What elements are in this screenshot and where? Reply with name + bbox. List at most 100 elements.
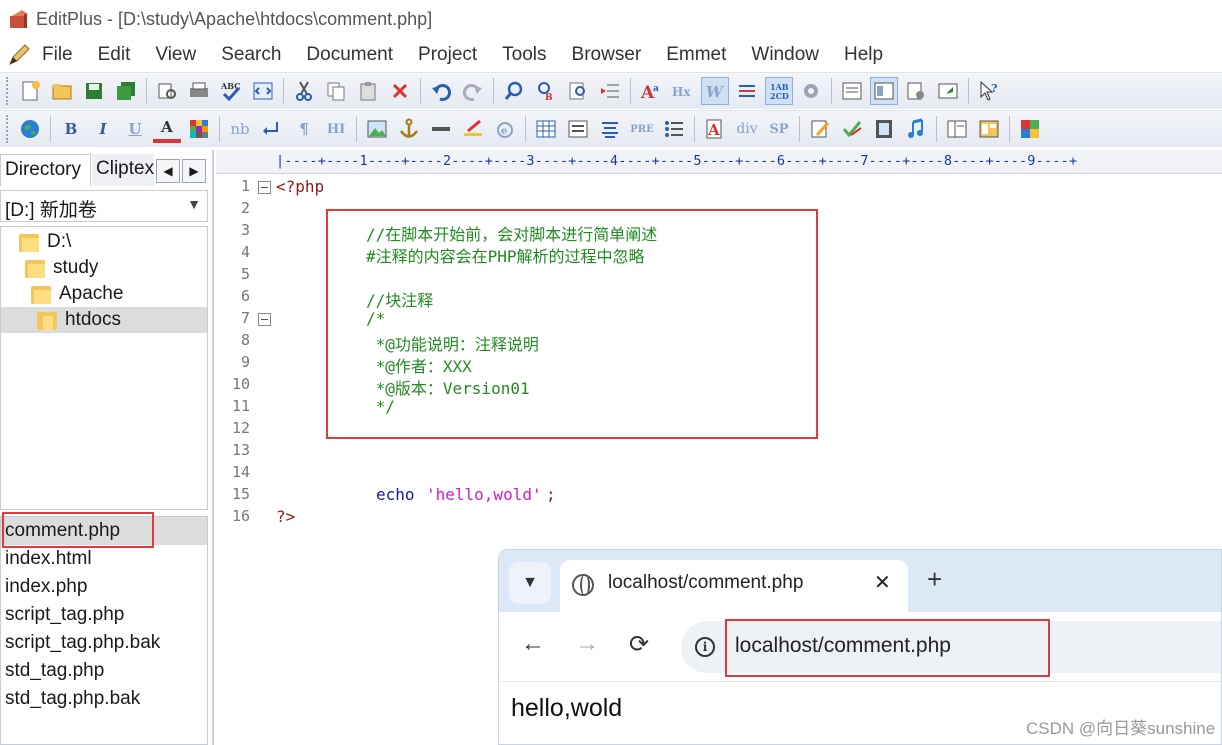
edit-pencil-icon[interactable] — [806, 115, 834, 143]
browser-tab[interactable]: localhost/comment.php ✕ — [560, 560, 908, 612]
menu-emmet[interactable]: Emmet — [666, 44, 726, 66]
file-item-index-html[interactable]: index.html — [5, 545, 92, 573]
font-icon[interactable]: Aa — [637, 77, 665, 105]
browser-preview-icon[interactable] — [249, 77, 277, 105]
help-cursor-icon[interactable]: ? — [975, 77, 1003, 105]
close-tab-icon[interactable]: ✕ — [874, 570, 891, 595]
list-icon[interactable] — [660, 115, 688, 143]
info-icon[interactable]: i — [695, 637, 715, 657]
delete-icon[interactable] — [386, 77, 414, 105]
menu-tools[interactable]: Tools — [502, 44, 546, 66]
gear-icon[interactable] — [797, 77, 825, 105]
menu-project[interactable]: Project — [418, 44, 477, 66]
frame-icon[interactable] — [943, 115, 971, 143]
span-button[interactable]: SP — [765, 115, 793, 143]
reload-icon[interactable]: ⟳ — [629, 630, 649, 659]
hex-view-icon[interactable]: Hx — [669, 77, 697, 105]
save-icon[interactable] — [80, 77, 108, 105]
cut-icon[interactable] — [290, 77, 318, 105]
menu-file[interactable]: File — [42, 44, 73, 66]
file-item-index-php[interactable]: index.php — [5, 573, 87, 601]
tree-item-study[interactable]: study — [25, 255, 98, 281]
align-icon[interactable] — [596, 115, 624, 143]
fold-toggle-icon[interactable] — [258, 313, 271, 326]
fullscreen-icon[interactable] — [934, 77, 962, 105]
save-all-icon[interactable] — [112, 77, 140, 105]
tab-scroll-right-icon[interactable]: ▶ — [182, 159, 206, 183]
italic-button[interactable]: I — [89, 115, 117, 143]
menu-window[interactable]: Window — [751, 44, 819, 66]
audio-icon[interactable] — [902, 115, 930, 143]
back-arrow-icon[interactable]: ← — [521, 630, 545, 658]
tree-item-drive-d[interactable]: D:\ — [19, 229, 71, 255]
tab-search-chevron-down-icon[interactable]: ▼ — [509, 562, 551, 604]
font-color-button[interactable]: A — [153, 115, 181, 143]
cliptext-icon[interactable] — [902, 77, 930, 105]
color-palette-icon[interactable] — [185, 115, 213, 143]
print-icon[interactable] — [185, 77, 213, 105]
menu-help[interactable]: Help — [844, 44, 883, 66]
tree-item-apache[interactable]: Apache — [31, 281, 123, 307]
menu-view[interactable]: View — [155, 44, 196, 66]
fold-toggle-icon[interactable] — [258, 181, 271, 194]
undo-icon[interactable] — [427, 77, 455, 105]
redo-icon[interactable] — [459, 77, 487, 105]
menu-document[interactable]: Document — [306, 44, 393, 66]
special-chars-icon[interactable]: e — [491, 115, 519, 143]
find-in-files-icon[interactable] — [564, 77, 592, 105]
word-wrap-icon[interactable]: W — [701, 77, 729, 105]
line-number-icon[interactable] — [733, 77, 761, 105]
svg-text:B: B — [545, 93, 553, 102]
spell-check-icon[interactable]: ABC — [217, 77, 245, 105]
horizontal-rule-icon[interactable] — [427, 115, 455, 143]
find-icon[interactable] — [500, 77, 528, 105]
div-button[interactable]: div — [733, 115, 761, 143]
underline-button[interactable]: U — [121, 115, 149, 143]
open-folder-icon[interactable] — [48, 77, 76, 105]
replace-icon[interactable]: B — [532, 77, 560, 105]
globe-icon[interactable] — [16, 115, 44, 143]
comment-pen-icon[interactable] — [459, 115, 487, 143]
drive-select[interactable]: [D:] 新加卷 ▼ — [0, 190, 208, 222]
layout-icon[interactable] — [975, 115, 1003, 143]
new-file-icon[interactable] — [16, 77, 44, 105]
menu-search[interactable]: Search — [221, 44, 281, 66]
nbsp-button[interactable]: nb — [226, 115, 254, 143]
anchor-icon[interactable] — [395, 115, 423, 143]
file-item-std-tag-php[interactable]: std_tag.php — [5, 657, 104, 685]
toolbar-grip[interactable] — [6, 115, 10, 143]
paragraph-button[interactable]: ¶ — [290, 115, 318, 143]
form-icon[interactable] — [564, 115, 592, 143]
menu-edit[interactable]: Edit — [98, 44, 131, 66]
tab-directory[interactable]: Directory — [0, 154, 91, 186]
line-break-icon[interactable] — [258, 115, 286, 143]
html-tag-icon[interactable]: A — [701, 115, 729, 143]
forward-arrow-icon[interactable]: → — [575, 630, 599, 658]
image-icon[interactable] — [363, 115, 391, 143]
heading-button[interactable]: HI — [322, 115, 350, 143]
file-item-script-tag-php-bak[interactable]: script_tag.php.bak — [5, 629, 160, 657]
toolbar-grip[interactable] — [6, 77, 10, 105]
video-icon[interactable] — [870, 115, 898, 143]
output-window-icon[interactable] — [838, 77, 866, 105]
print-preview-icon[interactable] — [153, 77, 181, 105]
bold-button[interactable]: B — [57, 115, 85, 143]
code-semicolon: ; — [546, 485, 556, 504]
validate-icon[interactable] — [838, 115, 866, 143]
svg-text:a: a — [653, 84, 659, 94]
copy-icon[interactable] — [322, 77, 350, 105]
tab-cliptext[interactable]: Cliptext — [92, 154, 154, 186]
directory-window-icon[interactable] — [870, 77, 898, 105]
ruler-icon[interactable]: 1AB 2CD — [765, 77, 793, 105]
windows-tile-icon[interactable] — [1016, 115, 1044, 143]
file-item-script-tag-php[interactable]: script_tag.php — [5, 601, 124, 629]
file-item-std-tag-php-bak[interactable]: std_tag.php.bak — [5, 685, 140, 713]
new-tab-plus-icon[interactable]: + — [927, 564, 942, 595]
tree-item-htdocs[interactable]: htdocs — [1, 307, 207, 333]
tab-scroll-left-icon[interactable]: ◀ — [156, 159, 180, 183]
goto-line-icon[interactable] — [596, 77, 624, 105]
table-icon[interactable] — [532, 115, 560, 143]
menu-browser[interactable]: Browser — [572, 44, 642, 66]
pre-button[interactable]: PRE — [628, 115, 656, 143]
paste-icon[interactable] — [354, 77, 382, 105]
